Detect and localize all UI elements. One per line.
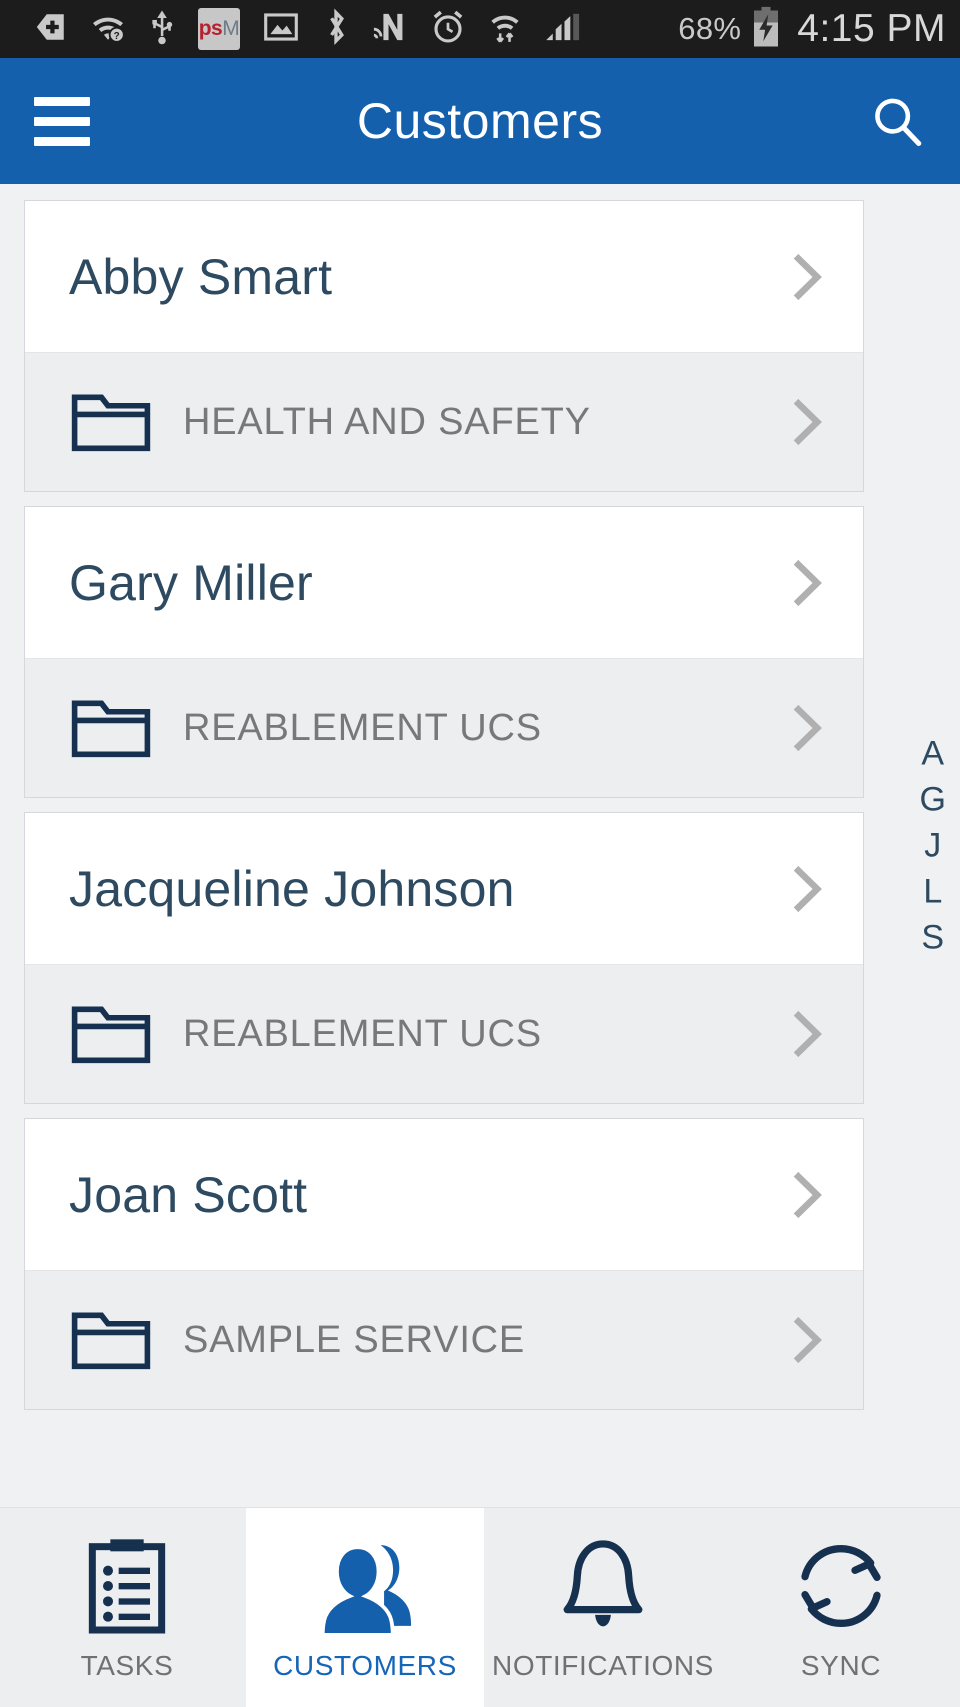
nav-item-label: TASKS <box>80 1649 174 1681</box>
nav-item-label: SYNC <box>800 1649 882 1681</box>
customer-service-row[interactable]: REABLEMENT UCS <box>25 965 863 1103</box>
chevron-right-icon[interactable] <box>779 701 833 755</box>
customer-card: Abby Smart HEALTH AND SAFETY <box>24 200 864 492</box>
add-tag-icon <box>34 10 68 49</box>
customer-name: Gary Miller <box>69 554 313 611</box>
status-bar: ? ps M 68% 4:15 PM <box>0 0 960 58</box>
alpha-index-letter[interactable]: A <box>921 733 944 773</box>
clock-label: 4:15 PM <box>797 7 946 50</box>
chevron-right-icon[interactable] <box>779 250 833 304</box>
customer-service-row[interactable]: REABLEMENT UCS <box>25 659 863 797</box>
customer-name-row[interactable]: Abby Smart <box>25 201 863 353</box>
chevron-right-icon[interactable] <box>779 395 833 449</box>
service-label: REABLEMENT UCS <box>183 706 542 749</box>
chevron-right-icon[interactable] <box>779 1313 833 1367</box>
image-icon <box>262 10 300 49</box>
hamburger-bar <box>34 136 90 146</box>
alphabet-index[interactable]: AGJLS <box>920 733 946 958</box>
nav-item-label: CUSTOMERS <box>273 1649 457 1681</box>
hamburger-menu-icon[interactable] <box>34 96 90 146</box>
nav-item-sync[interactable]: SYNC <box>722 1508 960 1707</box>
folder-icon <box>69 1000 153 1068</box>
chevron-right-icon[interactable] <box>779 556 833 610</box>
folder-icon <box>69 694 153 762</box>
usb-icon <box>148 9 176 50</box>
alpha-index-letter[interactable]: L <box>923 872 942 912</box>
folder-icon <box>69 388 153 456</box>
alpha-index-letter[interactable]: S <box>921 918 944 958</box>
bottom-navigation: TASKS CUSTOMERS NOTIFICATIONS SYNC <box>0 1507 960 1707</box>
customer-name: Abby Smart <box>69 248 333 305</box>
psm-label-m: M <box>222 17 240 40</box>
status-bar-icons: ? ps M <box>34 8 678 51</box>
service-label: SAMPLE SERVICE <box>183 1318 526 1361</box>
nav-item-tasks[interactable]: TASKS <box>8 1508 246 1707</box>
wifi-transfer-icon <box>488 9 522 50</box>
chevron-right-icon[interactable] <box>779 862 833 916</box>
bluetooth-icon <box>322 8 350 51</box>
customer-list: Abby Smart HEALTH AND SAFETY Gary Miller RE… <box>0 200 888 1410</box>
nav-item-label: NOTIFICATIONS <box>492 1649 714 1681</box>
customers-screen: ? ps M 68% 4:15 PM Customers Abby Smart … <box>0 0 960 1707</box>
customer-card: Gary Miller REABLEMENT UCS <box>24 506 864 798</box>
chevron-right-icon[interactable] <box>779 1168 833 1222</box>
psm-app-icon: ps M <box>198 8 240 50</box>
nav-item-notifications[interactable]: NOTIFICATIONS <box>484 1508 722 1707</box>
customer-service-row[interactable]: SAMPLE SERVICE <box>25 1271 863 1409</box>
service-label: HEALTH AND SAFETY <box>183 400 591 443</box>
alpha-index-letter[interactable]: J <box>924 825 941 865</box>
customer-card: Jacqueline Johnson REABLEMENT UCS <box>24 812 864 1104</box>
folder-icon <box>69 1306 153 1374</box>
svg-text:?: ? <box>114 30 120 41</box>
service-label: REABLEMENT UCS <box>183 1012 542 1055</box>
customer-name: Joan Scott <box>69 1166 308 1223</box>
psm-label-p: ps <box>198 17 223 40</box>
sync-arrows-icon <box>791 1534 891 1638</box>
alarm-clock-icon <box>430 9 466 50</box>
customer-name-row[interactable]: Gary Miller <box>25 507 863 659</box>
alpha-index-letter[interactable]: G <box>920 779 946 819</box>
battery-charging-icon <box>751 6 781 53</box>
nfc-n-icon <box>372 8 408 51</box>
battery-percent-label: 68% <box>678 11 742 46</box>
customer-name-row[interactable]: Jacqueline Johnson <box>25 813 863 965</box>
nav-item-customers[interactable]: CUSTOMERS <box>246 1508 484 1707</box>
hamburger-bar <box>34 96 90 106</box>
customer-list-area[interactable]: Abby Smart HEALTH AND SAFETY Gary Miller RE… <box>0 184 960 1507</box>
customer-card: Joan Scott SAMPLE SERVICE <box>24 1118 864 1410</box>
wifi-question-icon: ? <box>90 10 126 49</box>
customer-name-row[interactable]: Joan Scott <box>25 1119 863 1271</box>
app-bar: Customers <box>0 58 960 184</box>
search-icon[interactable] <box>868 92 926 150</box>
page-title: Customers <box>356 93 604 149</box>
status-bar-right: 68% 4:15 PM <box>678 6 946 53</box>
bell-icon <box>557 1534 649 1638</box>
people-icon <box>313 1534 417 1638</box>
customer-name: Jacqueline Johnson <box>69 860 515 917</box>
chevron-right-icon[interactable] <box>779 1007 833 1061</box>
clipboard-list-icon <box>83 1534 171 1638</box>
hamburger-bar <box>34 116 90 126</box>
signal-bars-icon <box>544 9 582 50</box>
customer-service-row[interactable]: HEALTH AND SAFETY <box>25 353 863 491</box>
